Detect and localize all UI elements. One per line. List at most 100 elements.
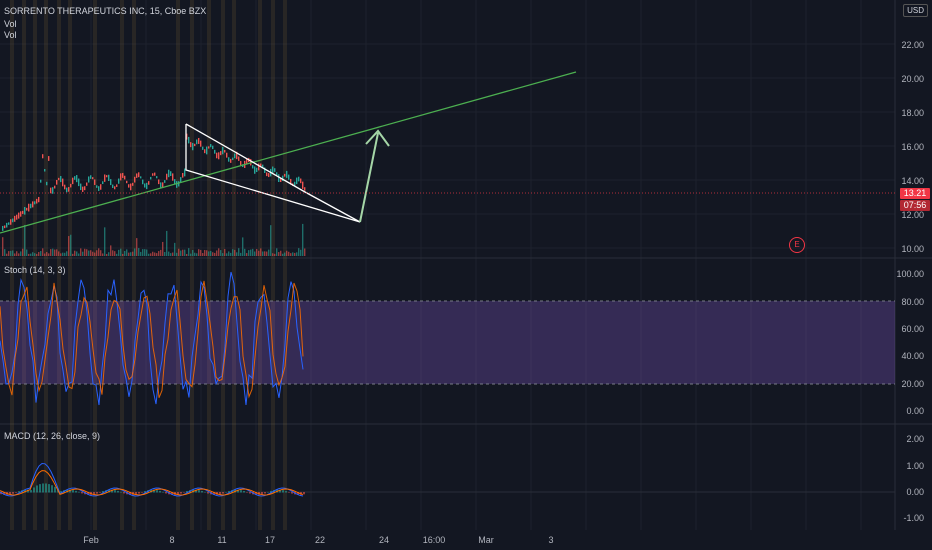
volume-bar [214, 252, 216, 256]
currency-button[interactable]: USD [903, 4, 928, 17]
candle [44, 169, 46, 172]
volume-bar [118, 249, 120, 256]
macd-histogram-bar [204, 491, 206, 493]
volume-bar [38, 252, 40, 256]
stoch-tick: 0.00 [906, 406, 924, 416]
macd-histogram-bar [96, 492, 98, 494]
session-stripe [68, 0, 72, 530]
candle [116, 184, 118, 187]
macd-legend[interactable]: MACD (12, 26, close, 9) [4, 431, 100, 441]
volume-bar [20, 251, 22, 256]
candle [64, 184, 66, 190]
price-tick: 14.00 [901, 176, 924, 186]
candle [48, 156, 50, 161]
volume-bar [78, 253, 80, 256]
volume-bar [172, 252, 174, 256]
macd-histogram-bar [120, 491, 122, 493]
candle [62, 178, 64, 187]
candle [4, 225, 6, 229]
volume-bar [120, 248, 122, 256]
macd-histogram-bar [138, 492, 140, 494]
volume-bar [210, 250, 212, 256]
macd-histogram-bar [201, 490, 203, 493]
candle [158, 179, 160, 185]
stoch-tick: 80.00 [901, 297, 924, 307]
volume-bar [174, 242, 176, 256]
candle [184, 168, 186, 177]
volume-bar [254, 251, 256, 256]
volume-bar [72, 253, 74, 256]
macd-histogram-bar [165, 492, 167, 494]
volume-bar [276, 248, 278, 256]
candle [124, 175, 126, 180]
volume-bar [178, 248, 180, 256]
volume-bar [2, 237, 4, 256]
candle [194, 143, 196, 147]
chart-canvas[interactable] [0, 0, 932, 550]
volume-bar [22, 248, 24, 256]
session-stripe [283, 0, 287, 530]
volume-bar [144, 249, 146, 256]
volume-bar [206, 250, 208, 256]
candle [204, 149, 206, 154]
volume-bar [264, 251, 266, 256]
volume-bar [278, 252, 280, 256]
volume-bar [236, 252, 238, 256]
volume-bar [242, 237, 244, 256]
volume-bar [76, 251, 78, 256]
candle [222, 146, 224, 155]
volume-bar [234, 249, 236, 256]
candle [34, 201, 36, 205]
macd-histogram-bar [30, 490, 32, 493]
candle [164, 180, 166, 183]
volume-bar [246, 253, 248, 256]
macd-histogram-bar [183, 492, 185, 493]
candle [140, 176, 142, 179]
candle [212, 145, 214, 150]
macd-histogram-bar [54, 486, 56, 493]
volume-bar [286, 250, 288, 256]
volume-bar [284, 252, 286, 256]
candle [254, 166, 256, 174]
volume-legend-1: Vol [4, 19, 17, 29]
volume-bar [24, 224, 26, 256]
candle [284, 173, 286, 177]
volume-bar [148, 253, 150, 256]
symbol-title[interactable]: SORRENTO THERAPEUTICS INC, 15, Cboe BZX [4, 6, 206, 16]
macd-histogram-bar [156, 490, 158, 493]
volume-bar [82, 251, 84, 256]
candle [190, 142, 192, 148]
candle [156, 176, 158, 179]
volume-bar [266, 251, 268, 256]
candle [6, 222, 8, 228]
volume-bar [4, 249, 6, 256]
volume-bar [180, 250, 182, 256]
time-tick: 3 [548, 535, 554, 545]
volume-bar [296, 252, 298, 256]
macd-histogram-bar [303, 492, 305, 495]
candle [78, 178, 80, 187]
volume-bar [204, 249, 206, 256]
candle [228, 157, 230, 162]
volume-bar [26, 249, 28, 256]
candle [168, 169, 170, 178]
candle [20, 211, 22, 217]
volume-bar [188, 248, 190, 256]
volume-bar [62, 252, 64, 256]
stoch-legend[interactable]: Stoch (14, 3, 3) [4, 265, 66, 275]
volume-bar [50, 249, 52, 256]
candle [54, 185, 56, 189]
macd-histogram-bar [48, 484, 50, 493]
macd-histogram-bar [42, 483, 44, 493]
candle [68, 187, 70, 192]
candle [104, 174, 106, 182]
earnings-badge[interactable]: E [789, 237, 805, 253]
volume-bar [252, 248, 254, 256]
volume-bar [270, 225, 272, 256]
volume-bar [28, 253, 30, 256]
candle [10, 219, 12, 225]
macd-histogram-bar [162, 491, 164, 493]
macd-histogram-bar [243, 490, 245, 493]
candle [274, 168, 276, 172]
candle [14, 215, 16, 222]
